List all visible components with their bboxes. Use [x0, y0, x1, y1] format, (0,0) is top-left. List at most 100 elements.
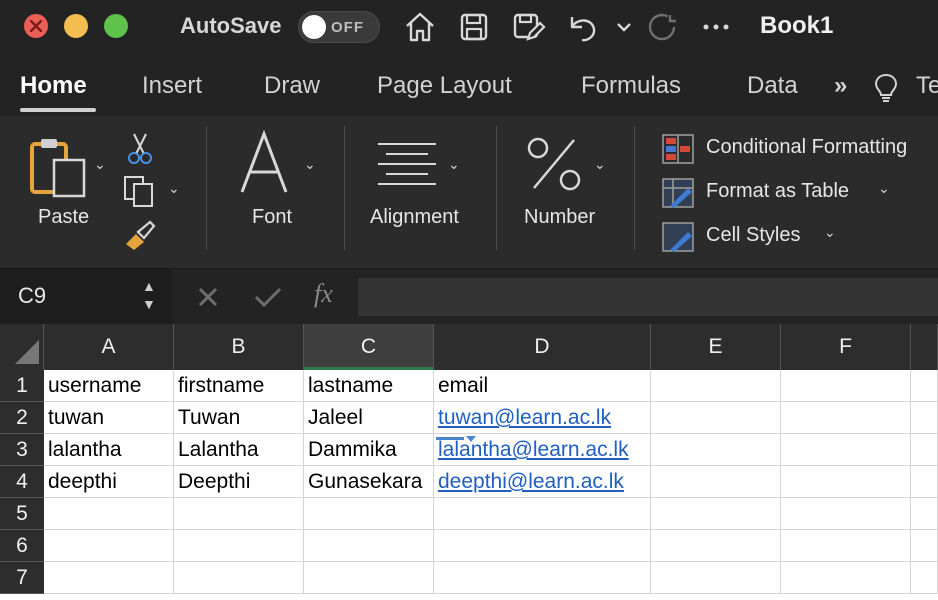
- row-header-2[interactable]: 2: [0, 402, 44, 434]
- select-all-button[interactable]: [0, 324, 44, 370]
- cell[interactable]: [911, 466, 938, 498]
- redo-icon[interactable]: [644, 9, 680, 45]
- row-header-4[interactable]: 4: [0, 466, 44, 498]
- alignment-label[interactable]: Alignment: [370, 206, 459, 229]
- cell[interactable]: [651, 370, 781, 402]
- more-tabs-icon[interactable]: »: [834, 72, 847, 100]
- chevron-down-icon[interactable]: [606, 9, 634, 45]
- cell[interactable]: Gunasekara: [304, 466, 434, 498]
- cell[interactable]: [434, 562, 651, 594]
- cancel-icon[interactable]: [194, 283, 222, 316]
- cell[interactable]: [651, 530, 781, 562]
- copy-dropdown-icon[interactable]: ⌄: [168, 180, 180, 197]
- cell[interactable]: [651, 498, 781, 530]
- cell[interactable]: [44, 530, 174, 562]
- tab-data[interactable]: Data: [747, 72, 798, 100]
- zoom-window-button[interactable]: [104, 14, 128, 38]
- lightbulb-icon[interactable]: [872, 72, 900, 109]
- cell[interactable]: firstname: [174, 370, 304, 402]
- cell[interactable]: username: [44, 370, 174, 402]
- cell[interactable]: Tuwan: [174, 402, 304, 434]
- tab-formulas[interactable]: Formulas: [581, 72, 681, 100]
- cell[interactable]: [304, 562, 434, 594]
- paste-dropdown-icon[interactable]: ⌄: [94, 156, 106, 173]
- cell[interactable]: [781, 466, 911, 498]
- name-box-stepper-icon[interactable]: ▲ ▼: [142, 277, 156, 313]
- cell[interactable]: [781, 562, 911, 594]
- cell[interactable]: Deepthi: [174, 466, 304, 498]
- font-icon[interactable]: [238, 129, 290, 201]
- format-as-table-button[interactable]: Format as Table: [706, 180, 849, 203]
- cell[interactable]: [434, 498, 651, 530]
- cell[interactable]: [911, 402, 938, 434]
- alignment-icon[interactable]: [376, 140, 438, 191]
- cell-styles-icon[interactable]: [662, 222, 694, 257]
- row-header-3[interactable]: 3: [0, 434, 44, 466]
- row-header-5[interactable]: 5: [0, 498, 44, 530]
- cell[interactable]: [174, 562, 304, 594]
- edit-save-icon[interactable]: [510, 9, 546, 45]
- cell[interactable]: [911, 562, 938, 594]
- close-window-button[interactable]: [24, 14, 48, 38]
- cell[interactable]: [44, 498, 174, 530]
- cell[interactable]: [781, 498, 911, 530]
- cell[interactable]: Lalantha: [174, 434, 304, 466]
- font-dropdown-icon[interactable]: ⌄: [304, 156, 316, 173]
- column-header-e[interactable]: E: [651, 324, 781, 370]
- cell[interactable]: [174, 530, 304, 562]
- cell[interactable]: lastname: [304, 370, 434, 402]
- format-as-table-icon[interactable]: [662, 178, 694, 213]
- cell[interactable]: [651, 466, 781, 498]
- cell[interactable]: [651, 402, 781, 434]
- cell[interactable]: [911, 434, 938, 466]
- paste-icon[interactable]: [28, 136, 92, 203]
- column-header-a[interactable]: A: [44, 324, 174, 370]
- cell[interactable]: Dammika: [304, 434, 434, 466]
- column-header-partial[interactable]: [911, 324, 938, 370]
- column-header-c[interactable]: C: [304, 324, 434, 370]
- tab-page-layout[interactable]: Page Layout: [377, 72, 512, 100]
- cell[interactable]: lalantha: [44, 434, 174, 466]
- cell[interactable]: [781, 530, 911, 562]
- conditional-formatting-button[interactable]: Conditional Formatting: [706, 136, 907, 159]
- cell[interactable]: [304, 498, 434, 530]
- conditional-formatting-icon[interactable]: [662, 134, 694, 169]
- cell[interactable]: [174, 498, 304, 530]
- cell[interactable]: deepthi: [44, 466, 174, 498]
- formula-input[interactable]: [358, 278, 938, 316]
- row-header-6[interactable]: 6: [0, 530, 44, 562]
- cell[interactable]: tuwan@learn.ac.lk: [434, 402, 651, 434]
- tab-draw[interactable]: Draw: [264, 72, 320, 100]
- minimize-window-button[interactable]: [64, 14, 88, 38]
- cell[interactable]: [434, 530, 651, 562]
- row-header-1[interactable]: 1: [0, 370, 44, 402]
- cell[interactable]: [781, 434, 911, 466]
- undo-icon[interactable]: [564, 9, 600, 45]
- column-header-d[interactable]: D: [434, 324, 651, 370]
- cell-styles-dropdown-icon[interactable]: ⌄: [824, 224, 836, 241]
- insert-function-button[interactable]: fx: [314, 279, 333, 309]
- percent-icon[interactable]: [526, 136, 582, 197]
- number-dropdown-icon[interactable]: ⌄: [594, 156, 606, 173]
- alignment-dropdown-icon[interactable]: ⌄: [448, 156, 460, 173]
- copy-icon[interactable]: [122, 174, 158, 213]
- cell-styles-button[interactable]: Cell Styles: [706, 224, 800, 247]
- cell[interactable]: deepthi@learn.ac.lk: [434, 466, 651, 498]
- name-box[interactable]: C9 ▲ ▼: [0, 269, 172, 325]
- cell[interactable]: [911, 370, 938, 402]
- cell[interactable]: [781, 370, 911, 402]
- autosave-toggle[interactable]: OFF: [298, 11, 380, 43]
- number-label[interactable]: Number: [524, 206, 595, 229]
- cell[interactable]: [44, 562, 174, 594]
- enter-icon[interactable]: [252, 283, 284, 316]
- font-label[interactable]: Font: [252, 206, 292, 229]
- column-header-f[interactable]: F: [781, 324, 911, 370]
- cell[interactable]: email: [434, 370, 651, 402]
- tab-home[interactable]: Home: [20, 72, 87, 100]
- tab-insert[interactable]: Insert: [142, 72, 202, 100]
- save-icon[interactable]: [456, 9, 492, 45]
- more-icon[interactable]: [698, 9, 734, 45]
- cell[interactable]: [911, 498, 938, 530]
- cell[interactable]: [651, 434, 781, 466]
- home-icon[interactable]: [402, 9, 438, 45]
